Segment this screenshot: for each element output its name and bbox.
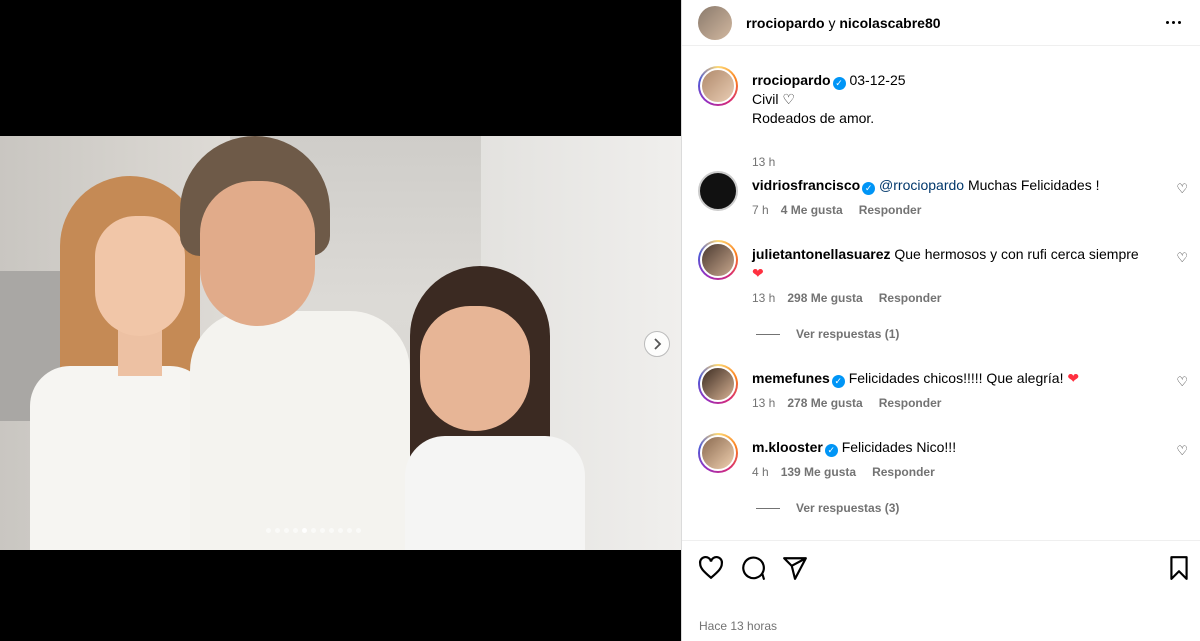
comment-time: 4 h [752, 465, 769, 479]
caption-username[interactable]: rrociopardo [752, 72, 831, 88]
avatar[interactable] [698, 5, 732, 40]
carousel-dot [356, 528, 361, 533]
post-timestamp: Hace 13 horas [699, 619, 778, 633]
avatar[interactable] [698, 66, 738, 106]
carousel-dot [275, 528, 280, 533]
caption-line-2: Rodeados de amor. [752, 110, 875, 126]
post-header: rrociopardo y nicolascabre80 [682, 0, 1200, 46]
carousel-dot [266, 528, 271, 533]
view-replies-label: Ver respuestas (1) [796, 327, 900, 341]
caption-line-1: Civil [752, 91, 779, 107]
heart-icon[interactable]: ♡ [1176, 250, 1188, 266]
comment-username[interactable]: m.klooster [752, 439, 823, 455]
view-replies-label: Ver respuestas (3) [796, 501, 900, 515]
reply-button[interactable]: Responder [859, 203, 922, 217]
avatar[interactable] [698, 364, 738, 404]
post-side-panel: rrociopardo y nicolascabre80 rrociopardo… [681, 0, 1200, 641]
heart-icon[interactable]: ♡ [1176, 374, 1188, 390]
instagram-post-view: rrociopardo y nicolascabre80 rrociopardo… [0, 0, 1200, 641]
comment-username[interactable]: memefunes [752, 370, 830, 386]
caption-time: 13 h [752, 155, 776, 169]
verified-icon: ✓ [824, 444, 838, 457]
comment-text: Muchas Felicidades ! [964, 177, 1100, 193]
media-area [0, 0, 681, 641]
reply-button[interactable]: Responder [872, 465, 935, 479]
post-photo[interactable] [0, 136, 681, 550]
caption-date: 03-12-25 [849, 72, 906, 88]
coauthor-link[interactable]: nicolascabre80 [839, 15, 940, 31]
post-actions [682, 540, 1200, 600]
more-options-icon[interactable] [1162, 12, 1184, 32]
verified-icon: ✓ [862, 182, 876, 195]
post-authors: rrociopardo y nicolascabre80 [746, 15, 941, 31]
comment-likes[interactable]: 4 Me gusta [781, 203, 843, 217]
avatar[interactable] [698, 433, 738, 473]
comment-text: Que hermosos y con rufi cerca siempre [890, 246, 1139, 262]
bookmark-icon[interactable] [1166, 555, 1192, 581]
carousel-dot [320, 528, 325, 533]
heart-outline-icon: ♡ [782, 91, 795, 107]
carousel-dot [284, 528, 289, 533]
avatar[interactable] [698, 240, 738, 280]
avatar[interactable] [698, 171, 738, 211]
carousel-dot [311, 528, 316, 533]
carousel-next-button[interactable] [644, 331, 670, 357]
comment-likes[interactable]: 139 Me gusta [781, 465, 856, 479]
verified-icon: ✓ [832, 77, 846, 90]
red-heart-icon: ❤ [752, 265, 764, 281]
comment-time: 13 h [752, 291, 776, 305]
carousel-dots [266, 528, 361, 533]
comment-likes[interactable]: 298 Me gusta [787, 291, 862, 305]
comment-time: 13 h [752, 396, 776, 410]
comment-text: Felicidades Nico!!! [841, 439, 957, 455]
comment-icon[interactable] [740, 555, 766, 581]
send-icon[interactable] [782, 555, 808, 581]
view-replies-button[interactable]: Ver respuestas (1) [756, 327, 899, 341]
heart-icon[interactable] [698, 555, 724, 581]
heart-icon[interactable]: ♡ [1176, 443, 1188, 459]
comment-username[interactable]: vidriosfrancisco [752, 177, 860, 193]
reply-button[interactable]: Responder [879, 291, 942, 305]
comment-username[interactable]: julietantonellasuarez [752, 246, 890, 262]
carousel-dot [302, 528, 307, 533]
comments-list: rrociopardo ✓ 03-12-25 Civil ♡ Rodeados d… [682, 46, 1200, 540]
carousel-dot [329, 528, 334, 533]
carousel-dot [338, 528, 343, 533]
heart-icon[interactable]: ♡ [1176, 181, 1188, 197]
reply-button[interactable]: Responder [879, 396, 942, 410]
comment-likes[interactable]: 278 Me gusta [787, 396, 862, 410]
author-separator: y [828, 14, 836, 31]
red-heart-icon: ❤ [1067, 370, 1080, 386]
view-replies-button[interactable]: Ver respuestas (3) [756, 501, 899, 515]
chevron-right-icon [654, 338, 662, 350]
comment-time: 7 h [752, 203, 769, 217]
carousel-dot [293, 528, 298, 533]
comment-mention[interactable]: @rrociopardo [879, 177, 964, 193]
verified-icon: ✓ [831, 375, 845, 388]
author-link[interactable]: rrociopardo [746, 15, 825, 31]
carousel-dot [347, 528, 352, 533]
comment-text: Felicidades chicos!!!!! Que alegría! [848, 370, 1064, 386]
